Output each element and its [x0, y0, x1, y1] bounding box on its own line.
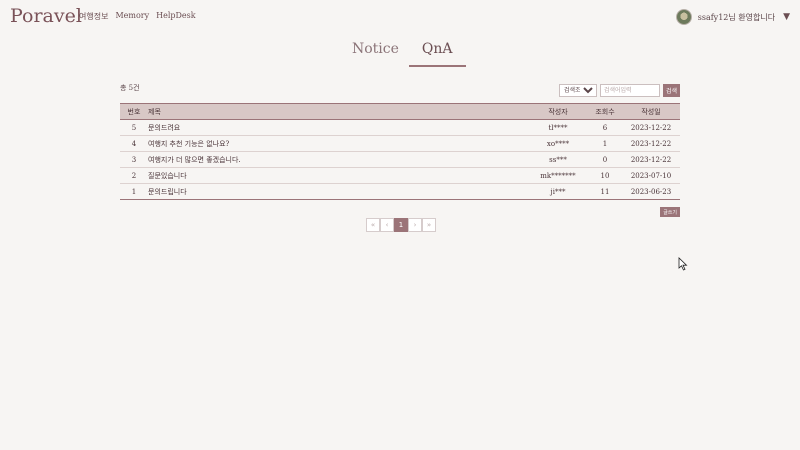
row-views: 1 — [588, 135, 622, 152]
table-row[interactable]: 3 여행지가 더 많으면 좋겠습니다. ss*** 0 2023-12-22 — [120, 151, 680, 168]
row-views: 0 — [588, 151, 622, 168]
row-title[interactable]: 문의드립니다 — [148, 183, 528, 200]
table-header-row: 번호 제목 작성자 조회수 작성일 — [120, 103, 680, 120]
row-date: 2023-07-10 — [622, 167, 680, 184]
row-author: ji*** — [528, 183, 588, 200]
row-author: ss*** — [528, 151, 588, 168]
table-row[interactable]: 4 여행지 추천 기능은 없나요? xo**** 1 2023-12-22 — [120, 135, 680, 152]
nav-link-memory[interactable]: Memory — [115, 11, 149, 22]
header-title: 제목 — [148, 107, 161, 116]
row-views: 6 — [588, 119, 622, 136]
total-count: 총 5건 — [120, 84, 140, 92]
first-page-icon[interactable]: « — [366, 218, 380, 232]
row-no: 1 — [120, 183, 148, 200]
qna-table: 번호 제목 작성자 조회수 작성일 5 문의드려요 tl**** 6 2023-… — [120, 103, 680, 200]
row-title[interactable]: 여행지 추천 기능은 없나요? — [148, 135, 528, 152]
search-bar: 검색조건 검색 — [558, 84, 680, 97]
row-author: mk******* — [528, 167, 588, 184]
row-no: 2 — [120, 167, 148, 184]
nav-links: 여행정보 Memory HelpDesk — [79, 11, 196, 22]
caret-down-icon[interactable]: ▼ — [783, 12, 790, 22]
last-page-icon[interactable]: » — [422, 218, 436, 232]
row-title[interactable]: 질문있습니다 — [148, 167, 528, 184]
nav-link-travel-info[interactable]: 여행정보 — [79, 11, 108, 22]
header-views: 조회수 — [595, 107, 615, 116]
table-row[interactable]: 5 문의드려요 tl**** 6 2023-12-22 — [120, 119, 680, 136]
avatar[interactable] — [675, 9, 692, 25]
tab-notice[interactable]: Notice — [340, 41, 409, 67]
table-row[interactable]: 2 질문있습니다 mk******* 10 2023-07-10 — [120, 167, 680, 184]
top-nav: Poravel 여행정보 Memory HelpDesk ssafy12님 환영… — [0, 0, 800, 32]
header-no: 번호 — [127, 107, 141, 116]
row-author: xo**** — [528, 135, 588, 152]
row-date: 2023-12-22 — [622, 135, 680, 152]
row-title[interactable]: 여행지가 더 많으면 좋겠습니다. — [148, 151, 528, 168]
tab-qna[interactable]: QnA — [408, 41, 466, 67]
pagination: « ‹ 1 › » — [366, 218, 436, 232]
nav-link-helpdesk[interactable]: HelpDesk — [156, 11, 196, 22]
mouse-cursor-icon — [678, 257, 688, 271]
user-menu[interactable]: ssafy12님 환영합니다 ▼ — [675, 9, 790, 25]
row-views: 11 — [588, 183, 622, 200]
search-input[interactable] — [599, 84, 660, 97]
row-date: 2023-12-22 — [622, 151, 680, 168]
header-date: 작성일 — [641, 107, 661, 116]
prev-page-icon[interactable]: ‹ — [380, 218, 394, 232]
next-page-icon[interactable]: › — [408, 218, 422, 232]
board-tabs: Notice QnA — [340, 41, 466, 67]
row-date: 2023-12-22 — [622, 119, 680, 136]
row-title[interactable]: 문의드려요 — [148, 119, 528, 136]
row-date: 2023-06-23 — [622, 183, 680, 200]
row-views: 10 — [588, 167, 622, 184]
row-no: 5 — [120, 119, 148, 136]
write-button[interactable]: 글쓰기 — [660, 207, 680, 217]
page-number-current[interactable]: 1 — [394, 218, 408, 232]
search-button[interactable]: 검색 — [662, 84, 680, 97]
logo[interactable]: Poravel — [10, 5, 82, 27]
row-no: 4 — [120, 135, 148, 152]
user-greeting: ssafy12님 환영합니다 — [697, 12, 776, 22]
search-condition-select[interactable]: 검색조건 — [558, 84, 597, 97]
header-author: 작성자 — [548, 107, 568, 116]
row-no: 3 — [120, 151, 148, 168]
row-author: tl**** — [528, 119, 588, 136]
table-row[interactable]: 1 문의드립니다 ji*** 11 2023-06-23 — [120, 183, 680, 200]
